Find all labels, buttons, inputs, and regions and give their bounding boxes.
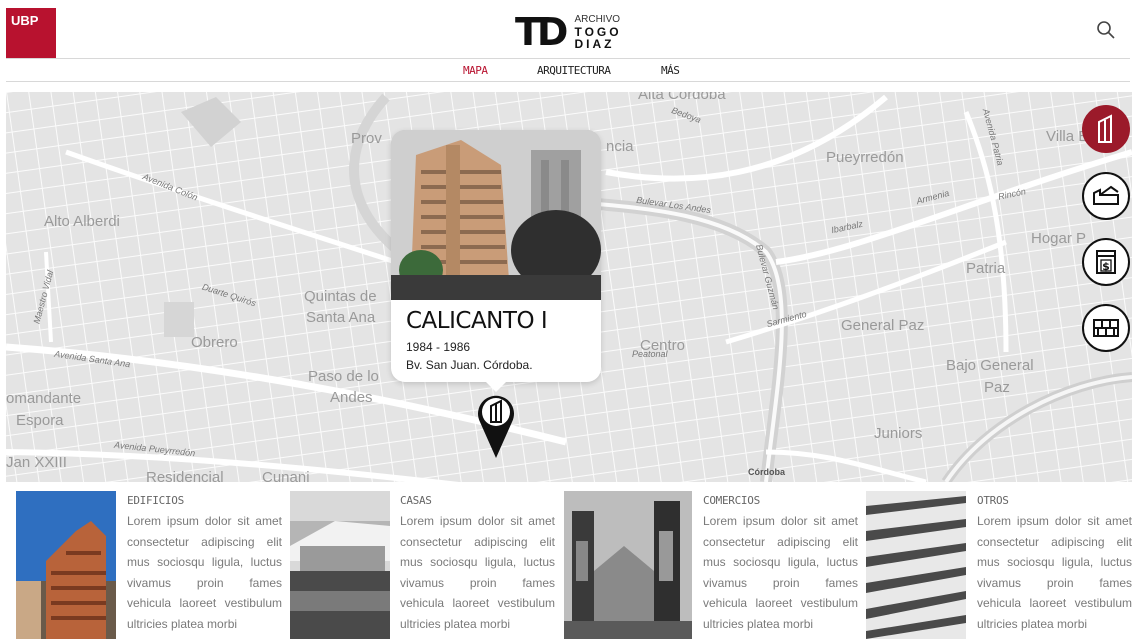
card-edificios[interactable]: EDIFICIOS Lorem ipsum dolor sit amet con… <box>127 494 282 635</box>
card-casas[interactable]: CASAS Lorem ipsum dolor sit amet consect… <box>400 494 555 635</box>
archivo-togo-diaz-logo[interactable]: TD ARCHIVO TOGO DIAZ <box>515 12 622 52</box>
category-button-otros[interactable] <box>1082 304 1130 352</box>
card-description: Lorem ipsum dolor sit amet consectetur a… <box>703 514 858 631</box>
main-nav: MAPA ARQUITECTURA MÁS <box>0 64 1136 82</box>
map-label: omandante <box>6 390 82 407</box>
category-button-comercios[interactable]: $ <box>1082 238 1130 286</box>
logo-line-3: DIAZ <box>574 37 615 51</box>
search-icon[interactable] <box>1096 20 1116 40</box>
nav-item-mapa[interactable]: MAPA <box>463 64 488 77</box>
card-comercios[interactable]: COMERCIOS Lorem ipsum dolor sit amet con… <box>703 494 858 635</box>
ubp-badge[interactable]: UBP <box>6 8 64 58</box>
map-label: Peatonal <box>632 349 668 359</box>
edificios-image[interactable] <box>16 491 116 639</box>
building-photo <box>391 130 601 300</box>
map-label: Paso de lo <box>308 368 379 385</box>
popup-years: 1984 - 1986 <box>406 340 471 354</box>
shop-icon: $ <box>1096 250 1116 274</box>
category-button-casas[interactable] <box>1082 172 1130 220</box>
logo-wordmark: ARCHIVO TOGO DIAZ <box>574 14 621 50</box>
popup-title: CALICANTO I <box>406 308 548 334</box>
building-popup[interactable]: CALICANTO I 1984 - 1986 Bv. San Juan. Có… <box>391 130 601 392</box>
map-label: General Paz <box>841 317 925 334</box>
house-icon <box>1093 185 1119 205</box>
map-label: Bajo General <box>946 357 1034 374</box>
comercios-image[interactable] <box>564 491 692 639</box>
category-cards: EDIFICIOS Lorem ipsum dolor sit amet con… <box>0 491 1136 639</box>
otros-image[interactable] <box>866 491 966 639</box>
map-label: Alta Córdoba <box>638 92 726 103</box>
map-label: Patria <box>966 260 1006 277</box>
card-description: Lorem ipsum dolor sit amet consectetur a… <box>977 514 1132 631</box>
map-label: Alto Alberdi <box>44 213 120 230</box>
brick-wall-icon <box>1093 319 1119 337</box>
map-label: Cunani <box>262 469 310 482</box>
map-label: Córdoba <box>748 467 785 477</box>
map-pin-icon[interactable] <box>474 390 518 460</box>
building-icon <box>1098 114 1112 143</box>
header-divider <box>6 58 1130 59</box>
map-label: Espora <box>16 412 64 429</box>
card-title: EDIFICIOS <box>127 494 184 507</box>
popup-address: Bv. San Juan. Córdoba. <box>406 358 533 372</box>
map-label: Jan XXIII <box>6 454 67 471</box>
category-button-edificios[interactable] <box>1082 105 1130 153</box>
map-label: Prov <box>351 130 382 147</box>
card-description: Lorem ipsum dolor sit amet consectetur a… <box>400 514 555 631</box>
logo-mark: TD <box>515 10 569 54</box>
nav-item-arquitectura[interactable]: ARQUITECTURA <box>537 64 611 77</box>
map-label: Pueyrredón <box>826 149 904 166</box>
card-title: CASAS <box>400 494 432 507</box>
map-label: Quintas de <box>304 288 377 305</box>
casas-image[interactable] <box>290 491 390 639</box>
map-label: Santa Ana <box>306 309 376 326</box>
card-otros[interactable]: OTROS Lorem ipsum dolor sit amet consect… <box>977 494 1132 635</box>
map-label: Hogar P <box>1031 230 1087 247</box>
map-label: Paz <box>984 379 1010 396</box>
map-label: Obrero <box>191 334 238 351</box>
map-label: Juniors <box>874 425 923 442</box>
card-title: OTROS <box>977 494 1009 507</box>
card-description: Lorem ipsum dolor sit amet consectetur a… <box>127 514 282 631</box>
map-label: Residencial <box>146 469 224 482</box>
map-label: ncia <box>606 138 634 155</box>
nav-divider <box>6 81 1130 82</box>
map-label: Andes <box>330 389 373 406</box>
card-title: COMERCIOS <box>703 494 760 507</box>
nav-item-mas[interactable]: MÁS <box>661 64 680 77</box>
